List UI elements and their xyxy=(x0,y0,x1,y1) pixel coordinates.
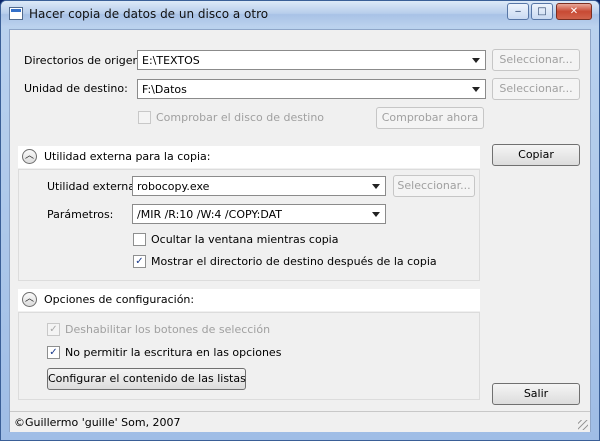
check-now-button[interactable]: Comprobar ahora xyxy=(376,107,484,129)
close-button[interactable]: ✕ xyxy=(556,3,592,20)
status-text: ©Guillermo 'guille' Som, 2007 xyxy=(14,416,181,429)
utility-select-button[interactable]: Seleccionar... xyxy=(393,175,475,197)
hide-window-checkbox[interactable] xyxy=(133,233,146,246)
exit-button[interactable]: Salir xyxy=(492,383,580,405)
check-disk-label: Comprobar el disco de destino xyxy=(156,111,325,124)
destination-select-button[interactable]: Seleccionar... xyxy=(492,78,580,100)
minimize-button[interactable]: ‒ xyxy=(507,3,529,20)
chevron-down-icon xyxy=(472,58,480,63)
external-section-panel: Utilidad externa: robocopy.exe Seleccion… xyxy=(18,169,480,281)
no-write-label: No permitir la escritura en las opciones xyxy=(65,346,282,359)
utility-value: robocopy.exe xyxy=(137,180,210,193)
collapse-icon[interactable]: ︿ xyxy=(22,149,37,164)
app-window: Hacer copia de datos de un disco a otro … xyxy=(0,0,600,441)
chevron-down-icon xyxy=(472,87,480,92)
maximize-button[interactable]: □ xyxy=(531,3,553,20)
show-dest-checkbox[interactable]: ✓ xyxy=(133,255,146,268)
show-dest-label: Mostrar el directorio de destino después… xyxy=(151,255,437,268)
collapse-icon[interactable]: ︿ xyxy=(22,292,37,307)
configure-lists-button[interactable]: Configurar el contenido de las listas xyxy=(47,368,246,390)
status-bar: ©Guillermo 'guille' Som, 2007 xyxy=(10,411,590,432)
params-combo[interactable]: /MIR /R:10 /W:4 /COPY:DAT xyxy=(132,204,386,224)
params-label: Parámetros: xyxy=(47,208,114,221)
destination-value: F:\Datos xyxy=(142,83,187,96)
origin-select-button[interactable]: Seleccionar... xyxy=(492,49,580,71)
origin-combo[interactable]: E:\TEXTOS xyxy=(137,50,486,70)
client-area: Directorios de origen: E:\TEXTOS Selecci… xyxy=(9,29,591,432)
destination-label: Unidad de destino: xyxy=(24,82,128,95)
resize-grip-icon[interactable] xyxy=(578,420,588,430)
checkmark-icon: ✓ xyxy=(49,324,58,335)
chevron-down-icon xyxy=(372,184,380,189)
params-value: /MIR /R:10 /W:4 /COPY:DAT xyxy=(137,208,282,221)
utility-combo[interactable]: robocopy.exe xyxy=(132,176,386,196)
copy-button[interactable]: Copiar xyxy=(492,144,580,166)
app-icon[interactable] xyxy=(9,7,23,20)
title-bar[interactable]: Hacer copia de datos de un disco a otro … xyxy=(1,1,599,27)
checkmark-icon: ✓ xyxy=(135,256,144,267)
chevron-down-icon xyxy=(372,212,380,217)
config-section-title: Opciones de configuración: xyxy=(44,293,195,306)
origin-value: E:\TEXTOS xyxy=(142,54,200,67)
config-section-panel: ✓ Deshabilitar los botones de selección … xyxy=(18,312,480,400)
utility-label: Utilidad externa: xyxy=(47,180,139,193)
external-section-title: Utilidad externa para la copia: xyxy=(44,150,211,163)
origin-label: Directorios de origen: xyxy=(24,54,144,67)
destination-combo[interactable]: F:\Datos xyxy=(137,79,486,99)
checkmark-icon: ✓ xyxy=(49,347,58,358)
check-disk-checkbox[interactable] xyxy=(138,111,151,124)
disable-buttons-label: Deshabilitar los botones de selección xyxy=(65,323,271,336)
disable-buttons-checkbox[interactable]: ✓ xyxy=(47,323,60,336)
window-title: Hacer copia de datos de un disco a otro xyxy=(29,7,269,21)
config-section-header[interactable]: ︿ Opciones de configuración: xyxy=(18,289,480,311)
hide-window-label: Ocultar la ventana mientras copia xyxy=(151,233,339,246)
no-write-checkbox[interactable]: ✓ xyxy=(47,346,60,359)
external-section-header[interactable]: ︿ Utilidad externa para la copia: xyxy=(18,146,480,168)
